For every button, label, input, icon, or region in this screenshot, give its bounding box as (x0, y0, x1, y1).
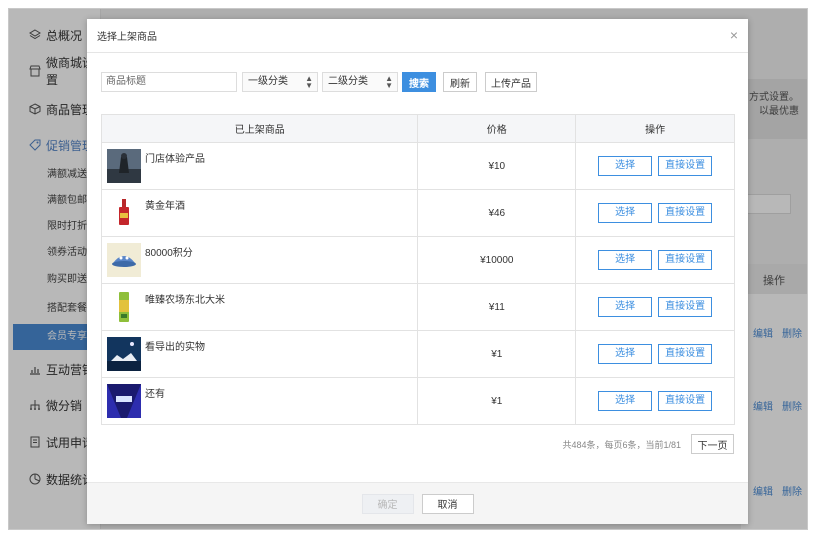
upload-product-button[interactable]: 上传产品 (485, 72, 537, 92)
pagination: 共484条，每页6条，当前1/81 下一页 (562, 434, 734, 454)
night-scene-icon (107, 337, 141, 371)
select-button[interactable]: 选择 (598, 156, 653, 176)
product-price: ¥10 (417, 142, 577, 190)
category2-select[interactable]: 二级分类 ▲ ▼ (322, 72, 398, 92)
select-button[interactable]: 选择 (598, 297, 653, 317)
product-table: 已上架商品 价格 操作 门店体验产品 ¥10 选择 直接设置 黄金年酒 ¥46 … (100, 114, 735, 425)
dialog-title: 选择上架商品 (97, 32, 157, 43)
search-button[interactable]: 搜索 (402, 72, 436, 92)
confirm-button[interactable]: 确定 (361, 493, 414, 514)
direct-set-button[interactable]: 直接设置 (658, 391, 713, 411)
product-price: ¥11 (417, 283, 577, 331)
actions-cell: 选择 直接设置 (575, 142, 735, 190)
next-page-button[interactable]: 下一页 (691, 434, 734, 454)
category1-select[interactable]: 一级分类 ▲ ▼ (242, 72, 318, 92)
table-row: 看导出的实物 ¥1 选择 直接设置 (100, 330, 735, 378)
direct-set-button[interactable]: 直接设置 (658, 203, 713, 223)
actions-cell: 选择 直接设置 (575, 377, 735, 425)
cancel-button[interactable]: 取消 (421, 493, 474, 514)
column-header: 操作 (575, 114, 735, 143)
direct-set-button[interactable]: 直接设置 (658, 250, 713, 270)
actions-cell: 选择 直接设置 (575, 236, 735, 284)
product-cell: 唯臻农场东北大米 (100, 283, 419, 331)
product-title-search-input[interactable]: 商品标题 (101, 72, 237, 92)
product-cell: 门店体验产品 (100, 142, 419, 190)
actions-cell: 选择 直接设置 (575, 189, 735, 237)
table-row: 唯臻农场东北大米 ¥11 选择 直接设置 (100, 283, 735, 331)
select-button[interactable]: 选择 (598, 391, 653, 411)
direct-set-button[interactable]: 直接设置 (658, 156, 713, 176)
dialog-footer: 确定 取消 (87, 482, 748, 524)
pagination-info: 共484条，每页6条，当前1/81 (562, 439, 681, 450)
select-button[interactable]: 选择 (598, 203, 653, 223)
product-cell: 黄金年酒 (100, 189, 419, 237)
table-row: 还有 ¥1 选择 直接设置 (100, 377, 735, 425)
rice-bag-icon (107, 290, 141, 324)
product-price: ¥10000 (417, 236, 577, 284)
filter-toolbar: 商品标题 一级分类 ▲ ▼ 二级分类 ▲ ▼ 搜索 刷新 上传产品 (101, 72, 537, 92)
table-row: 门店体验产品 ¥10 选择 直接设置 (100, 142, 735, 190)
product-name: 80000积分 (145, 248, 193, 259)
column-header: 价格 (417, 114, 577, 143)
actions-cell: 选择 直接设置 (575, 330, 735, 378)
product-name: 看导出的实物 (145, 342, 205, 353)
product-name: 门店体验产品 (145, 154, 205, 165)
app-window: 总概况 微商城设置 商品管理 促销管理 满额减送 满额包邮 限时打折 领券活动 … (8, 8, 808, 530)
product-name: 黄金年酒 (145, 201, 185, 212)
product-cell: 还有 (100, 377, 419, 425)
product-name: 唯臻农场东北大米 (145, 295, 225, 306)
category1-value: 一级分类 (248, 76, 288, 87)
product-price: ¥46 (417, 189, 577, 237)
column-header: 已上架商品 (100, 114, 419, 143)
product-price: ¥1 (417, 330, 577, 378)
product-cell: 80000积分 (100, 236, 419, 284)
table-header-row: 已上架商品 价格 操作 (100, 114, 735, 143)
actions-cell: 选择 直接设置 (575, 283, 735, 331)
direct-set-button[interactable]: 直接设置 (658, 344, 713, 364)
category2-value: 二级分类 (328, 76, 368, 87)
stage-icon (107, 384, 141, 418)
dialog-header: 选择上架商品 × (87, 19, 748, 53)
product-cell: 看导出的实物 (100, 330, 419, 378)
select-product-dialog: 选择上架商品 × 商品标题 一级分类 ▲ ▼ 二级分类 ▲ ▼ 搜索 刷新 上传产品… (87, 19, 748, 524)
wine-bottle-icon (107, 196, 141, 230)
select-button[interactable]: 选择 (598, 344, 653, 364)
table-row: 黄金年酒 ¥46 选择 直接设置 (100, 189, 735, 237)
direct-set-button[interactable]: 直接设置 (658, 297, 713, 317)
product-name: 还有 (145, 389, 165, 400)
product-price: ¥1 (417, 377, 577, 425)
close-icon[interactable]: × (730, 28, 738, 42)
sort-arrows-icon: ▲ ▼ (385, 74, 393, 90)
cartoon-icon (107, 243, 141, 277)
sort-arrows-icon: ▲ ▼ (305, 74, 313, 90)
table-row: 80000积分 ¥10000 选择 直接设置 (100, 236, 735, 284)
photo-dark-icon (107, 149, 141, 183)
refresh-button[interactable]: 刷新 (443, 72, 477, 92)
select-button[interactable]: 选择 (598, 250, 653, 270)
